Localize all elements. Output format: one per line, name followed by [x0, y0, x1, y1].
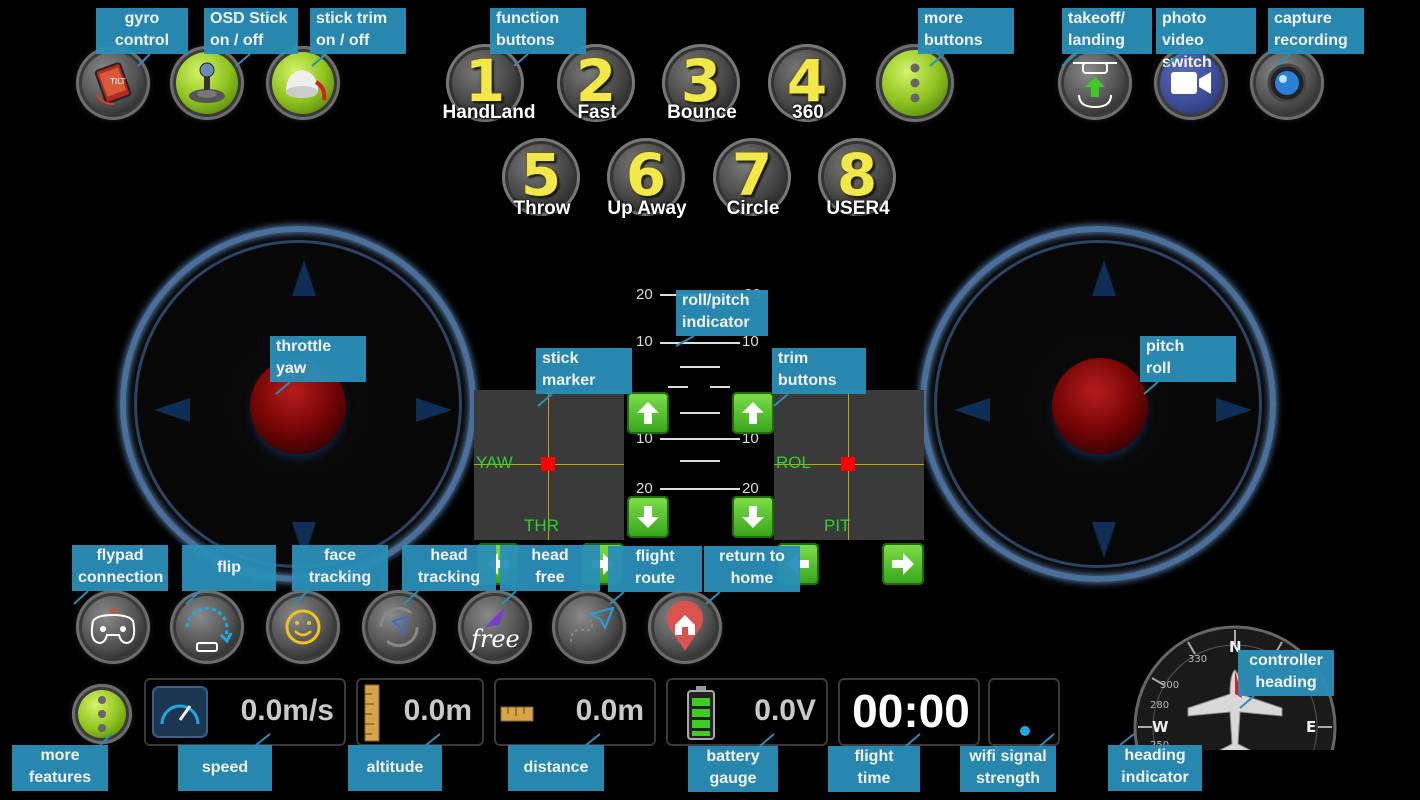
callout-pointers [73, 53, 1291, 747]
